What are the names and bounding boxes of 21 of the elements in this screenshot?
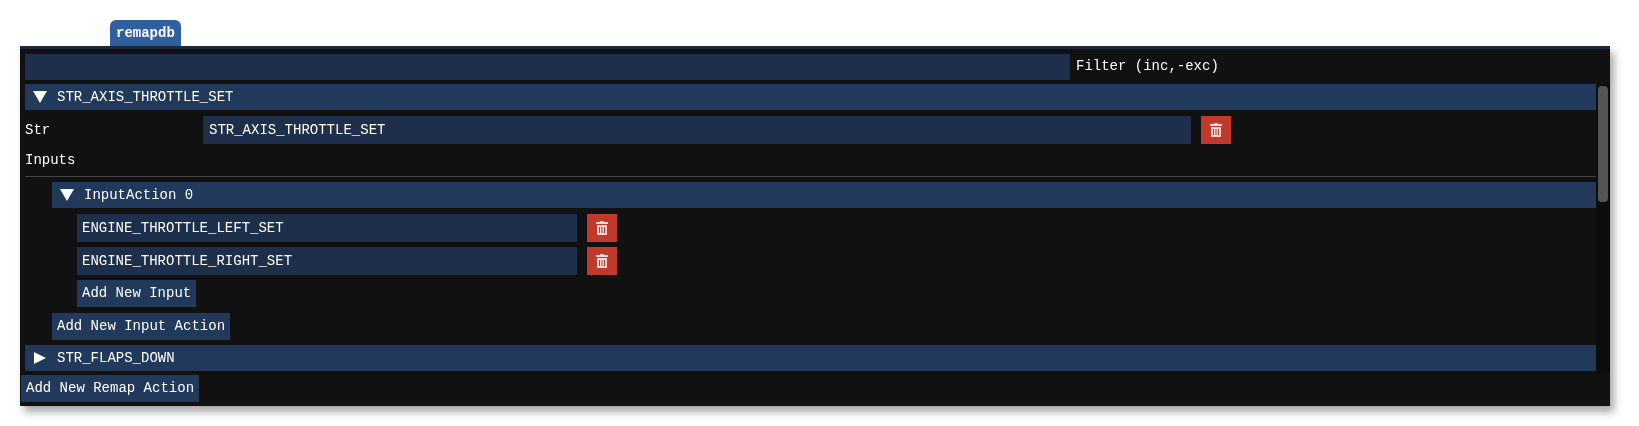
trash-icon: [596, 254, 608, 268]
filter-label: Filter (inc,-exc): [1076, 57, 1219, 76]
str-field[interactable]: STR_AXIS_THROTTLE_SET: [203, 116, 1191, 144]
input-field[interactable]: ENGINE_THROTTLE_RIGHT_SET: [77, 247, 577, 275]
scrollbar-thumb[interactable]: [1598, 86, 1608, 202]
delete-button[interactable]: [587, 247, 617, 275]
add-input-button[interactable]: Add New Input: [77, 280, 197, 307]
add-remap-action-button[interactable]: Add New Remap Action: [21, 375, 200, 402]
trash-icon: [596, 221, 608, 235]
window-tab[interactable]: remapdb: [110, 20, 181, 47]
section-label: Inputs: [25, 151, 77, 170]
delete-button[interactable]: [587, 214, 617, 242]
input-field[interactable]: ENGINE_THROTTLE_LEFT_SET: [77, 214, 577, 242]
add-input-action-button[interactable]: Add New Input Action: [52, 313, 231, 340]
field-label: Str: [25, 120, 52, 140]
trash-icon: [1210, 123, 1222, 137]
filter-field[interactable]: [25, 53, 1070, 80]
delete-button[interactable]: [1201, 116, 1231, 144]
tree-header[interactable]: STR_AXIS_THROTTLE_SET: [25, 84, 1596, 110]
tree-header[interactable]: STR_FLAPS_DOWN: [25, 345, 1596, 371]
tree-header[interactable]: InputAction 0: [52, 182, 1596, 208]
